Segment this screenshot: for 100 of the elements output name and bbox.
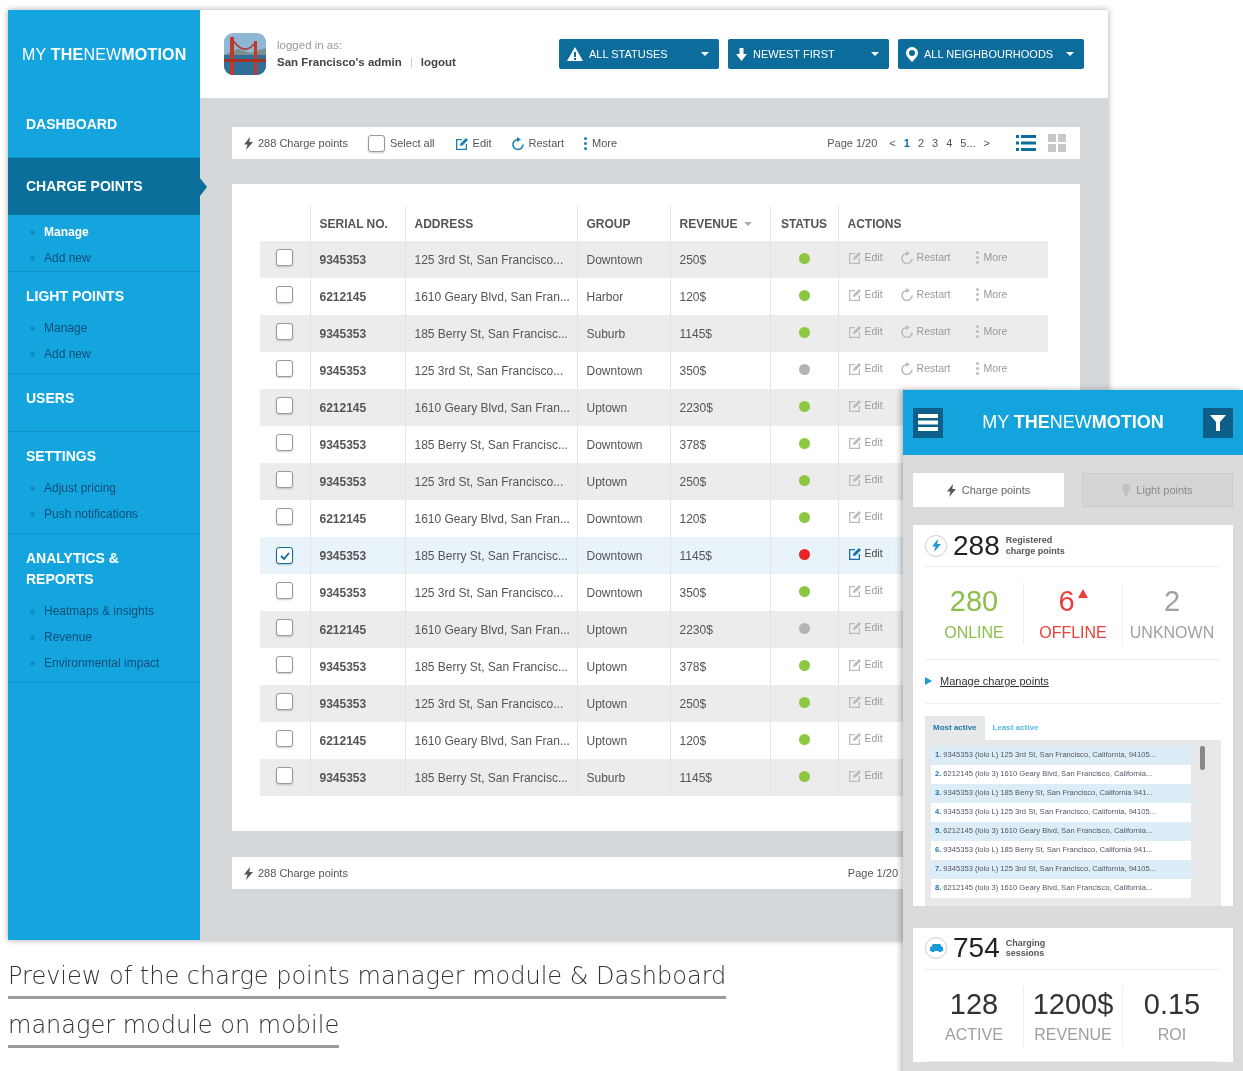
bolt-icon [244, 866, 253, 880]
row-action[interactable]: Restart [900, 286, 951, 303]
table-cell: 9345353 [310, 315, 405, 352]
more-icon [976, 362, 980, 376]
checkbox[interactable] [276, 655, 294, 673]
row-action[interactable]: Edit [847, 286, 883, 303]
sidebar-subitem[interactable]: Revenue [8, 624, 200, 650]
page-link[interactable]: 5... [958, 134, 978, 152]
row-action[interactable]: Edit [847, 693, 883, 710]
checkbox[interactable] [276, 470, 294, 488]
view-toggle[interactable] [1046, 133, 1068, 153]
scrollbar-thumb[interactable] [1200, 745, 1205, 770]
checkbox[interactable] [276, 618, 294, 636]
sidebar-item[interactable]: SETTINGS [8, 432, 200, 475]
sidebar-subitem[interactable]: Manage [8, 219, 200, 245]
row-action[interactable]: Edit [847, 434, 883, 451]
sidebar-item[interactable]: ANALYTICS & REPORTS [8, 534, 200, 598]
tab[interactable]: Most active [925, 715, 985, 740]
sidebar-subitem[interactable]: Add new [8, 245, 200, 271]
sidebar-subitem[interactable]: Manage [8, 315, 200, 341]
row-action[interactable]: More [976, 249, 1008, 266]
row-action[interactable]: Restart [900, 360, 951, 377]
tab[interactable]: Least active [984, 715, 1047, 740]
view-toggle[interactable] [1014, 133, 1038, 153]
checkbox[interactable] [276, 248, 294, 266]
checkbox[interactable] [276, 729, 294, 747]
table-cell: 250$ [670, 463, 770, 500]
sidebar-subitem[interactable]: Adjust pricing [8, 475, 200, 501]
row-action[interactable]: More [976, 323, 1008, 340]
page-label: Page 1/20 [827, 135, 878, 151]
checkbox[interactable] [276, 433, 294, 451]
row-action[interactable]: Edit [847, 767, 883, 784]
next-page-button[interactable]: > [981, 134, 992, 152]
checkbox[interactable] [276, 581, 294, 599]
filter-dropdown[interactable]: NEWEST FIRST [728, 39, 889, 69]
total-count: 754 [953, 934, 1000, 963]
row-action[interactable]: Edit [847, 249, 883, 266]
manage-link[interactable]: Manage charge points [940, 672, 1049, 690]
checkbox[interactable] [276, 547, 294, 564]
toolbar-action[interactable]: Restart [511, 134, 564, 152]
checkbox[interactable] [276, 507, 294, 525]
sidebar-subitem[interactable]: Heatmaps & insights [8, 598, 200, 624]
table-cell: 1145$ [670, 315, 770, 352]
checkbox[interactable] [367, 134, 385, 152]
row-action[interactable]: More [976, 286, 1008, 303]
tab[interactable]: Light points [1082, 473, 1233, 507]
row-action[interactable]: Restart [900, 249, 951, 266]
toolbar-action[interactable]: Edit [454, 134, 492, 152]
toolbar-action[interactable]: More [584, 134, 618, 152]
table-cell: 2230$ [670, 611, 770, 648]
sidebar-item[interactable]: DASHBOARD [8, 100, 200, 151]
row-action[interactable]: Edit [847, 360, 883, 377]
stat-label: ACTIVE [944, 1025, 1004, 1046]
sidebar-subitem[interactable]: Environmental impact [8, 650, 200, 676]
filter-dropdown[interactable]: ALL STATUSES [559, 39, 719, 69]
row-action[interactable]: Restart [900, 323, 951, 340]
checkbox[interactable] [276, 359, 294, 377]
page-link[interactable]: 4 [944, 134, 955, 152]
stat-value: 280 [949, 584, 999, 619]
page-link[interactable]: 3 [930, 134, 941, 152]
sidebar-item[interactable]: USERS [8, 374, 200, 425]
row-action[interactable]: Edit [847, 471, 883, 488]
checkbox[interactable] [276, 766, 294, 784]
sidebar-subitem[interactable]: Push notifications [8, 501, 200, 527]
row-action[interactable]: Edit [847, 656, 883, 673]
menu-button[interactable] [913, 407, 943, 438]
checkbox[interactable] [276, 322, 294, 340]
table-cell: Uptown [577, 463, 670, 500]
prev-page-button[interactable]: < [887, 134, 898, 152]
edit-icon [847, 510, 861, 524]
sidebar-item[interactable]: CHARGE POINTS [8, 158, 200, 215]
caret-icon [1066, 52, 1074, 56]
filter-dropdown[interactable]: ALL NEIGHBOURHOODS [898, 39, 1084, 69]
edit-icon [454, 136, 468, 150]
stat-value: 0.15 [1143, 986, 1201, 1022]
row-action[interactable]: More [976, 360, 1008, 377]
table-cell: 125 3rd St, San Francisco... [405, 241, 577, 278]
warning-icon [567, 47, 583, 61]
row-action[interactable]: Edit [847, 730, 883, 747]
checkbox[interactable] [276, 396, 294, 414]
row-action[interactable]: Edit [847, 397, 883, 414]
logout-link[interactable]: logout [420, 56, 456, 68]
count-label: 288 Charge points [258, 865, 348, 881]
checkbox[interactable] [276, 285, 294, 303]
total-caption: Charging sessions [1005, 937, 1047, 959]
row-action[interactable]: Edit [847, 545, 883, 562]
sidebar-subitem[interactable]: Add new [8, 341, 200, 367]
filter-button[interactable] [1203, 407, 1233, 438]
page-link[interactable]: 2 [915, 134, 926, 152]
checkbox[interactable] [276, 692, 294, 710]
restart-icon [900, 325, 913, 339]
row-action[interactable]: Edit [847, 619, 883, 636]
row-action[interactable]: Edit [847, 323, 883, 340]
row-action[interactable]: Edit [847, 582, 883, 599]
page-link[interactable]: 1 [901, 134, 912, 152]
stat-label: UNKNOWN [1128, 622, 1216, 643]
row-action[interactable]: Edit [847, 508, 883, 525]
tab[interactable]: Charge points [913, 473, 1064, 507]
caption-line: Preview of the charge points manager module & Dashboard [8, 958, 727, 999]
sidebar-item[interactable]: LIGHT POINTS [8, 272, 200, 315]
